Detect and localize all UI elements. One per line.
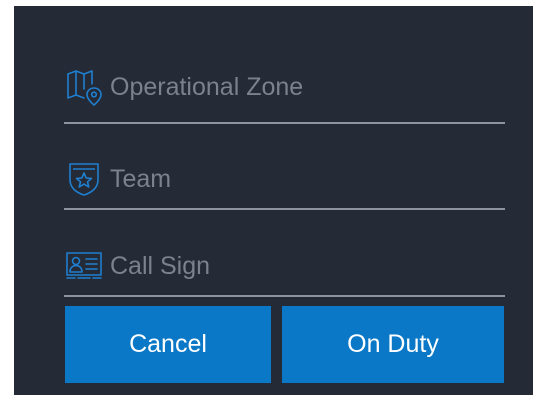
cancel-button[interactable]: Cancel [65, 306, 271, 383]
map-pin-icon [64, 67, 104, 107]
call-sign-field[interactable]: Call Sign [64, 237, 505, 297]
operational-zone-placeholder: Operational Zone [110, 72, 304, 101]
on-duty-button[interactable]: On Duty [282, 306, 504, 383]
team-placeholder: Team [110, 164, 172, 193]
duty-form-panel: Operational Zone Team Call Sign Cancel O… [14, 6, 533, 395]
team-field[interactable]: Team [64, 150, 505, 210]
star-shield-icon [64, 159, 104, 199]
call-sign-placeholder: Call Sign [110, 251, 211, 280]
id-card-icon [64, 246, 104, 286]
operational-zone-field[interactable]: Operational Zone [64, 52, 505, 124]
